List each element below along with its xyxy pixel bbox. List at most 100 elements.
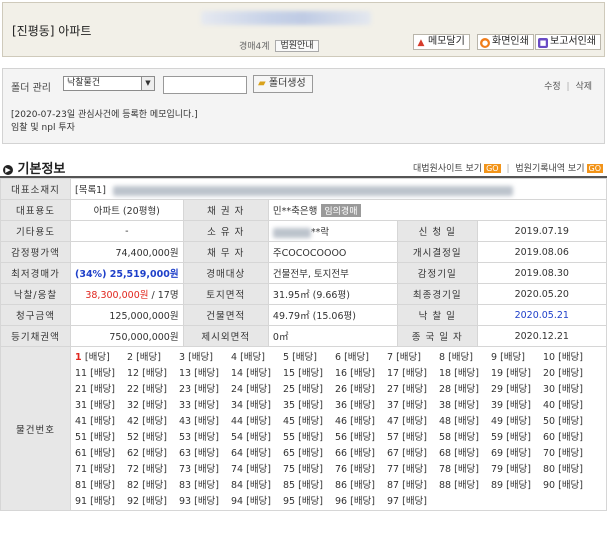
item-number-link[interactable]: 51 [배당] — [75, 429, 127, 443]
item-number-link[interactable]: 3 [배당] — [179, 349, 231, 363]
item-number-link[interactable]: 79 [배당] — [491, 461, 543, 475]
create-folder-button[interactable]: ▰ 폴더생성 — [253, 75, 313, 93]
item-number-link[interactable]: 55 [배당] — [283, 429, 335, 443]
item-number-link[interactable]: 37 [배당] — [387, 397, 439, 411]
item-number-link[interactable]: 42 [배당] — [127, 413, 179, 427]
item-number-link[interactable]: 91 [배당] — [75, 493, 127, 507]
item-number-link[interactable]: 28 [배당] — [439, 381, 491, 395]
item-number-link[interactable]: 14 [배당] — [231, 365, 283, 379]
item-number-link[interactable]: 52 [배당] — [127, 429, 179, 443]
court-guide-button[interactable]: 법원안내 — [275, 40, 319, 52]
item-number-link[interactable]: 4 [배당] — [231, 349, 283, 363]
item-number-link[interactable]: 75 [배당] — [283, 461, 335, 475]
item-number-link[interactable]: 72 [배당] — [127, 461, 179, 475]
item-number-link[interactable]: 24 [배당] — [231, 381, 283, 395]
item-number-link[interactable]: 74 [배당] — [231, 461, 283, 475]
item-number-link[interactable]: 48 [배당] — [439, 413, 491, 427]
item-number-link[interactable]: 45 [배당] — [283, 413, 335, 427]
item-number-link[interactable]: 61 [배당] — [75, 445, 127, 459]
item-number-link[interactable]: 73 [배당] — [179, 461, 231, 475]
item-number-link[interactable]: 85 [배당] — [283, 477, 335, 491]
item-number-link[interactable]: 96 [배당] — [335, 493, 387, 507]
item-number-link[interactable]: 26 [배당] — [335, 381, 387, 395]
item-number-link[interactable]: 69 [배당] — [491, 445, 543, 459]
item-number-link[interactable]: 10 [배당] — [543, 349, 595, 363]
item-number-link[interactable]: 19 [배당] — [491, 365, 543, 379]
item-number-link[interactable]: 89 [배당] — [491, 477, 543, 491]
go-button[interactable]: GO — [586, 164, 603, 173]
edit-link[interactable]: 수정 — [544, 82, 561, 92]
item-number-link[interactable]: 92 [배당] — [127, 493, 179, 507]
item-number-link[interactable]: 53 [배당] — [179, 429, 231, 443]
item-number-link[interactable]: 17 [배당] — [387, 365, 439, 379]
item-number-link[interactable]: 33 [배당] — [179, 397, 231, 411]
item-number-link[interactable]: 59 [배당] — [491, 429, 543, 443]
item-number-link[interactable]: 8 [배당] — [439, 349, 491, 363]
item-number-link[interactable]: 93 [배당] — [179, 493, 231, 507]
item-number-link[interactable]: 82 [배당] — [127, 477, 179, 491]
item-number-link[interactable]: 56 [배당] — [335, 429, 387, 443]
item-number-link[interactable]: 41 [배당] — [75, 413, 127, 427]
item-number-link[interactable]: 38 [배당] — [439, 397, 491, 411]
item-number-link[interactable]: 68 [배당] — [439, 445, 491, 459]
item-number-link[interactable]: 54 [배당] — [231, 429, 283, 443]
delete-link[interactable]: 삭제 — [575, 82, 592, 92]
item-number-link[interactable]: 65 [배당] — [283, 445, 335, 459]
item-number-link[interactable]: 90 [배당] — [543, 477, 595, 491]
report-print-button[interactable]: ■ 보고서인쇄 — [535, 34, 601, 50]
item-number-link[interactable]: 25 [배당] — [283, 381, 335, 395]
item-number-link[interactable]: 67 [배당] — [387, 445, 439, 459]
item-number-link[interactable]: 60 [배당] — [543, 429, 595, 443]
item-number-link[interactable]: 13 [배당] — [179, 365, 231, 379]
item-number-link[interactable]: 97 [배당] — [387, 493, 439, 507]
item-number-link[interactable]: 2 [배당] — [127, 349, 179, 363]
item-number-link[interactable]: 30 [배당] — [543, 381, 595, 395]
item-number-link[interactable]: 46 [배당] — [335, 413, 387, 427]
court-record-link[interactable]: 법원기록내역 보기 — [515, 164, 584, 174]
item-number-link[interactable]: 9 [배당] — [491, 349, 543, 363]
item-number-link[interactable]: 27 [배당] — [387, 381, 439, 395]
item-number-link[interactable]: 86 [배당] — [335, 477, 387, 491]
item-number-link[interactable]: 64 [배당] — [231, 445, 283, 459]
item-number-link[interactable]: 23 [배당] — [179, 381, 231, 395]
item-number-link[interactable]: 6 [배당] — [335, 349, 387, 363]
item-number-link[interactable]: 70 [배당] — [543, 445, 595, 459]
item-number-link[interactable]: 5 [배당] — [283, 349, 335, 363]
item-number-link[interactable]: 18 [배당] — [439, 365, 491, 379]
item-number-link[interactable]: 78 [배당] — [439, 461, 491, 475]
item-number-link[interactable]: 36 [배당] — [335, 397, 387, 411]
item-number-link[interactable]: 7 [배당] — [387, 349, 439, 363]
item-number-link[interactable]: 50 [배당] — [543, 413, 595, 427]
item-number-link[interactable]: 71 [배당] — [75, 461, 127, 475]
folder-select[interactable]: 낙찰물건 ▼ — [63, 76, 155, 91]
item-number-link[interactable]: 31 [배당] — [75, 397, 127, 411]
item-number-link[interactable]: 66 [배당] — [335, 445, 387, 459]
item-number-link[interactable]: 32 [배당] — [127, 397, 179, 411]
item-number-link[interactable]: 63 [배당] — [179, 445, 231, 459]
item-number-link[interactable]: 57 [배당] — [387, 429, 439, 443]
item-number-link[interactable]: 87 [배당] — [387, 477, 439, 491]
screen-print-button[interactable]: ● 화면인쇄 — [477, 34, 534, 50]
item-number-link[interactable]: 58 [배당] — [439, 429, 491, 443]
item-number-link[interactable]: 40 [배당] — [543, 397, 595, 411]
item-number-link[interactable]: 94 [배당] — [231, 493, 283, 507]
item-number-link[interactable]: 76 [배당] — [335, 461, 387, 475]
item-number-link[interactable]: 80 [배당] — [543, 461, 595, 475]
item-number-link[interactable]: 22 [배당] — [127, 381, 179, 395]
folder-name-input[interactable] — [163, 76, 247, 94]
chevron-down-icon[interactable]: ▼ — [141, 77, 154, 90]
item-number-link[interactable]: 15 [배당] — [283, 365, 335, 379]
memo-button[interactable]: ▲ 메모달기 — [413, 34, 470, 50]
item-number-link[interactable]: 35 [배당] — [283, 397, 335, 411]
item-number-link[interactable]: 39 [배당] — [491, 397, 543, 411]
item-number-link[interactable]: 11 [배당] — [75, 365, 127, 379]
item-number-link[interactable]: 21 [배당] — [75, 381, 127, 395]
item-number-link[interactable]: 88 [배당] — [439, 477, 491, 491]
item-number-link[interactable]: 16 [배당] — [335, 365, 387, 379]
item-number-link[interactable]: 62 [배당] — [127, 445, 179, 459]
item-number-link[interactable]: 1 [배당] — [75, 349, 127, 363]
item-number-link[interactable]: 81 [배당] — [75, 477, 127, 491]
item-number-link[interactable]: 49 [배당] — [491, 413, 543, 427]
item-number-link[interactable]: 20 [배당] — [543, 365, 595, 379]
item-number-link[interactable]: 84 [배당] — [231, 477, 283, 491]
